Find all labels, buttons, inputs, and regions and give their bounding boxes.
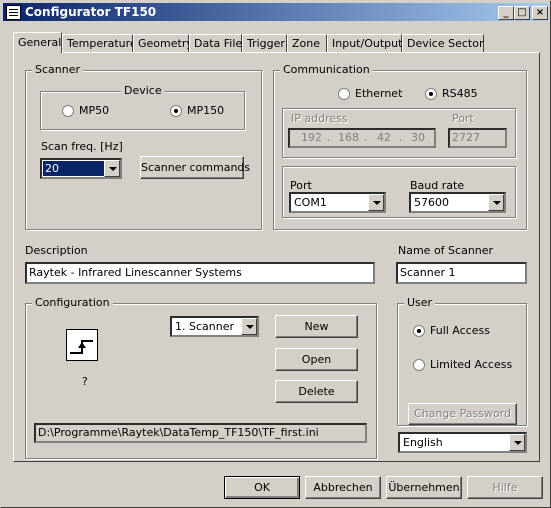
minimize-button[interactable]: _ [498, 6, 514, 20]
configuration-group-label: Configuration [32, 296, 113, 310]
network-port-field[interactable]: 2727 [448, 128, 507, 148]
tab-data-file[interactable]: Data File [189, 34, 242, 52]
scanner-group-label: Scanner [32, 63, 84, 77]
chevron-down-icon[interactable] [488, 194, 504, 211]
ip-octet-4: 30 [411, 131, 425, 144]
change-password-button[interactable]: Change Password [408, 403, 517, 425]
new-button[interactable]: New [275, 315, 358, 338]
window-title: Configurator TF150 [25, 5, 157, 19]
port-value: COM1 [294, 196, 327, 209]
scan-freq-label: Scan freq. [Hz] [41, 140, 123, 153]
tab-trigger[interactable]: Trigger [242, 34, 287, 52]
communication-group-label: Communication [280, 63, 373, 77]
radio-selected-icon [425, 88, 437, 100]
tab-temperature[interactable]: Temperature [62, 34, 137, 52]
scanner-commands-button[interactable]: Scanner commands [140, 156, 250, 179]
device-mp150-label: MP150 [187, 104, 225, 117]
description-input[interactable]: Raytek - Infrared Linescanner Systems [25, 262, 375, 284]
radio-selected-icon [170, 105, 182, 117]
port-select[interactable]: COM1 [289, 192, 386, 213]
cancel-button[interactable]: Abbrechen [305, 476, 381, 499]
close-button[interactable]: × [532, 6, 548, 20]
user-group-label: User [404, 296, 436, 310]
scanner-name-input[interactable]: Scanner 1 [396, 262, 527, 284]
ip-octet-1: 192 [301, 131, 322, 144]
baud-rate-value: 57600 [414, 196, 449, 209]
scan-freq-value: 20 [43, 161, 105, 176]
ip-octet-2: 168 [338, 131, 359, 144]
full-access-label: Full Access [430, 324, 490, 337]
ip-address-label: IP address [291, 112, 348, 125]
tab-general[interactable]: General [13, 32, 62, 53]
chevron-down-icon[interactable] [241, 318, 257, 335]
radio-selected-icon [413, 325, 425, 337]
tab-device-sector[interactable]: Device Sector [402, 34, 484, 52]
language-value: English [403, 436, 443, 449]
ip-separator: . [399, 131, 403, 144]
ip-octet-3: 42 [377, 131, 391, 144]
description-label: Description [25, 244, 88, 257]
ip-separator: . [364, 131, 368, 144]
port-label: Port [290, 179, 312, 192]
minimize-icon: _ [503, 7, 509, 18]
tab-geometry[interactable]: Geometry [133, 34, 193, 52]
baud-rate-label: Baud rate [410, 179, 465, 192]
tab-zone[interactable]: Zone [287, 34, 327, 52]
limited-access-label: Limited Access [430, 358, 513, 371]
configurator-window: Configurator TF150 _ □ × General Tempera… [0, 0, 551, 508]
scan-freq-select[interactable]: 20 [40, 158, 122, 179]
configuration-file-icon [66, 329, 98, 361]
open-button[interactable]: Open [275, 348, 358, 371]
rs485-label: RS485 [442, 87, 478, 100]
chevron-down-icon[interactable] [509, 434, 525, 451]
language-select[interactable]: English [398, 432, 527, 453]
delete-button[interactable]: Delete [275, 380, 358, 403]
ethernet-label: Ethernet [355, 87, 403, 100]
configuration-scanner-select[interactable]: 1. Scanner [170, 316, 259, 337]
apply-button[interactable]: Übernehmen [386, 476, 462, 499]
help-button[interactable]: Hilfe [467, 476, 543, 499]
scanner-name-label: Name of Scanner [398, 244, 494, 257]
device-group-label: Device [121, 84, 165, 98]
app-icon [6, 5, 21, 20]
maximize-button[interactable]: □ [514, 6, 530, 20]
title-bar[interactable]: Configurator TF150 _ □ × [3, 3, 548, 21]
radio-icon [338, 88, 350, 100]
network-port-label: Port [452, 112, 474, 125]
chevron-down-icon[interactable] [104, 160, 120, 177]
ip-address-field[interactable]: 192 . 168 . 42 . 30 [288, 128, 436, 148]
radio-icon [62, 105, 74, 117]
tab-input-output[interactable]: Input/Output [327, 34, 402, 52]
close-icon: × [535, 7, 545, 18]
ok-button[interactable]: OK [224, 476, 300, 499]
configuration-path-field: D:\Programme\Raytek\DataTemp_TF150\TF_fi… [34, 423, 367, 443]
ip-separator: . [327, 131, 331, 144]
configuration-scanner-value: 1. Scanner [175, 320, 234, 333]
radio-icon [413, 359, 425, 371]
baud-rate-select[interactable]: 57600 [409, 192, 506, 213]
chevron-down-icon[interactable] [368, 194, 384, 211]
configuration-icon-caption: ? [82, 375, 88, 388]
maximize-icon: □ [517, 7, 527, 18]
device-mp50-label: MP50 [79, 104, 110, 117]
